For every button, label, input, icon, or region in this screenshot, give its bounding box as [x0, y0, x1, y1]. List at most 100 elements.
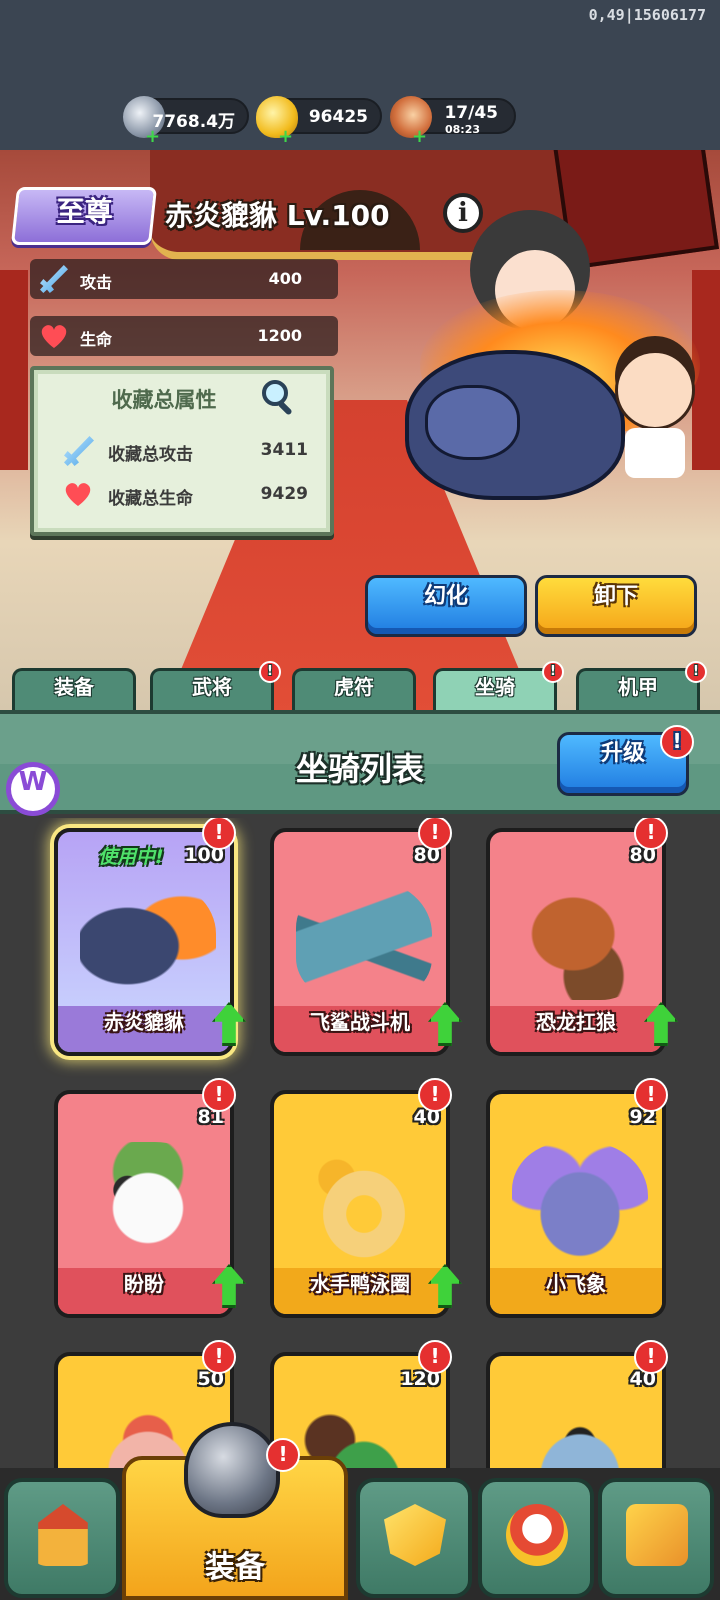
card-background: 40 水手鸭泳圈	[274, 1094, 446, 1314]
pillar-left	[0, 270, 28, 470]
bottom-nav: 装备 !	[0, 1422, 720, 1600]
mount-name: 水手鸭泳圈	[274, 1268, 446, 1314]
heart-icon	[64, 480, 94, 510]
mount-card[interactable]: 使用中! 100 赤炎貔貅!	[54, 818, 246, 1056]
mount-portrait	[296, 1142, 432, 1262]
card-background: 40	[490, 1356, 662, 1468]
stat-attack: 攻击 400	[30, 259, 338, 299]
tab-label: 装备	[54, 675, 94, 699]
alert-badge-icon: !	[266, 1438, 300, 1472]
mount-portrait	[512, 1404, 648, 1468]
city-gate-icon	[38, 1504, 88, 1566]
alert-badge-icon: !	[685, 661, 707, 683]
mount-card[interactable]: 40 水手鸭泳圈!	[270, 1078, 462, 1318]
alert-badge-icon: !	[418, 1078, 452, 1112]
shield-icon	[384, 1504, 446, 1566]
tab-mounts[interactable]: 坐骑!	[433, 661, 564, 710]
nav-city-button[interactable]	[4, 1478, 120, 1598]
stamina-amount: 17/45	[444, 103, 498, 123]
card-background: 81 盼盼	[58, 1094, 230, 1314]
heart-icon	[40, 322, 68, 350]
stat-label: 攻击	[80, 273, 113, 292]
sword-icon	[64, 436, 94, 466]
transform-button[interactable]: 幻化	[365, 575, 527, 637]
card-background: 使用中! 100 赤炎貔貅	[58, 832, 230, 1052]
add-icon[interactable]: +	[412, 126, 427, 147]
stamina-timer: 08:23	[444, 123, 480, 136]
alert-badge-icon: !	[202, 818, 236, 850]
mount-name: 小飞象	[490, 1268, 662, 1314]
nav-rooster-button[interactable]	[478, 1478, 594, 1598]
sword-icon	[40, 265, 68, 293]
collection-value: 9429	[260, 484, 308, 504]
magnifier-icon[interactable]	[258, 376, 298, 416]
upgrade-label: 升级	[600, 741, 645, 766]
tab-generals[interactable]: 武将!	[150, 661, 281, 710]
mount-card[interactable]: 80 恐龙扛狼!	[486, 818, 678, 1056]
collection-label: 收藏总攻击	[108, 445, 193, 465]
unload-button[interactable]: 卸下	[535, 575, 697, 637]
card-background: 80 恐龙扛狼	[490, 832, 662, 1052]
upgrade-button[interactable]: 升级 !	[557, 725, 694, 796]
fist-upgrade-icon	[626, 1504, 688, 1566]
stat-value: 400	[268, 269, 302, 288]
rider-body	[625, 428, 685, 478]
nav-fist-button[interactable]	[598, 1478, 714, 1598]
mount-grid: 使用中! 100 赤炎貔貅! 80 飞鲨战斗机! 80 恐龙扛狼! 81 盼盼! 40 水手鸭泳圈!…	[0, 818, 720, 1468]
mount-card[interactable]: 92 小飞象!	[486, 1078, 668, 1318]
tab-label: 虎符	[334, 675, 374, 699]
collection-attack-row: 收藏总攻击 3411	[64, 432, 308, 468]
mount-name: 飞鲨战斗机	[274, 1006, 446, 1052]
mount-name: 恐龙扛狼	[490, 1006, 662, 1052]
collection-panel: 收藏总属性 收藏总攻击 3411 收藏总生命 9429	[30, 366, 334, 536]
silver-currency[interactable]: + 7768.4万	[123, 96, 249, 147]
mount-portrait	[512, 880, 648, 1000]
alert-badge-icon: !	[418, 1340, 452, 1374]
info-icon[interactable]: i	[443, 193, 483, 233]
collection-label: 收藏总生命	[108, 489, 193, 509]
alert-badge-icon: !	[418, 818, 452, 850]
mount-portrait	[80, 880, 216, 1000]
alert-badge-icon: !	[660, 725, 694, 759]
card-background: 120	[274, 1356, 446, 1468]
mount-portrait	[80, 1142, 216, 1262]
rank-badge: 至尊	[10, 187, 158, 245]
stat-health: 生命 1200	[30, 316, 338, 356]
add-icon[interactable]: +	[278, 126, 293, 147]
in-use-label: 使用中!	[98, 846, 164, 868]
alert-badge-icon: !	[634, 818, 668, 850]
mount-character-art[interactable]	[380, 150, 720, 530]
mount-name: 盼盼	[58, 1268, 230, 1314]
tab-label: 武将	[192, 675, 232, 699]
mount-card[interactable]: 80 飞鲨战斗机!	[270, 818, 462, 1056]
stat-value: 1200	[257, 326, 302, 345]
stamina-currency[interactable]: + 17/45 08:23	[390, 96, 516, 147]
pixiu-face	[425, 385, 520, 460]
silver-amount: 7768.4万	[152, 112, 235, 132]
mount-card[interactable]: 81 盼盼!	[54, 1078, 246, 1318]
helmet-icon	[184, 1422, 280, 1518]
mount-showcase: 至尊 赤炎貔貅 Lv.100 i 攻击 400 生命 1200 收藏总属性 收藏…	[0, 150, 720, 710]
card-background: 92 小飞象	[490, 1094, 662, 1314]
collection-value: 3411	[260, 440, 308, 460]
mount-title: 赤炎貔貅 Lv.100	[165, 199, 390, 232]
mount-list-header: W 坐骑列表 升级 !	[0, 710, 720, 816]
tab-equipment[interactable]: 装备	[12, 668, 136, 710]
tab-mecha[interactable]: 机甲!	[576, 661, 707, 710]
tab-label: 坐骑	[475, 675, 515, 699]
top-bar: 0,49|15606177 + 7768.4万 + 96425 + 17/45 …	[0, 0, 720, 150]
mount-card[interactable]: 40!	[486, 1340, 668, 1468]
nav-equipment-button[interactable]: 装备 !	[122, 1422, 348, 1600]
tab-tiger-tally[interactable]: 虎符	[292, 668, 416, 710]
nav-equipment-label: 装备	[205, 1550, 265, 1585]
nav-shield-button[interactable]	[356, 1478, 472, 1598]
mount-name: 赤炎貔貅	[58, 1006, 230, 1052]
alert-badge-icon: !	[634, 1078, 668, 1112]
alert-badge-icon: !	[634, 1340, 668, 1374]
rider-boy	[615, 350, 695, 430]
card-background: 80 飞鲨战斗机	[274, 832, 446, 1052]
gold-currency[interactable]: + 96425	[256, 96, 382, 147]
alert-badge-icon: !	[202, 1340, 236, 1374]
collection-health-row: 收藏总生命 9429	[64, 476, 308, 512]
rooster-icon	[506, 1504, 568, 1566]
